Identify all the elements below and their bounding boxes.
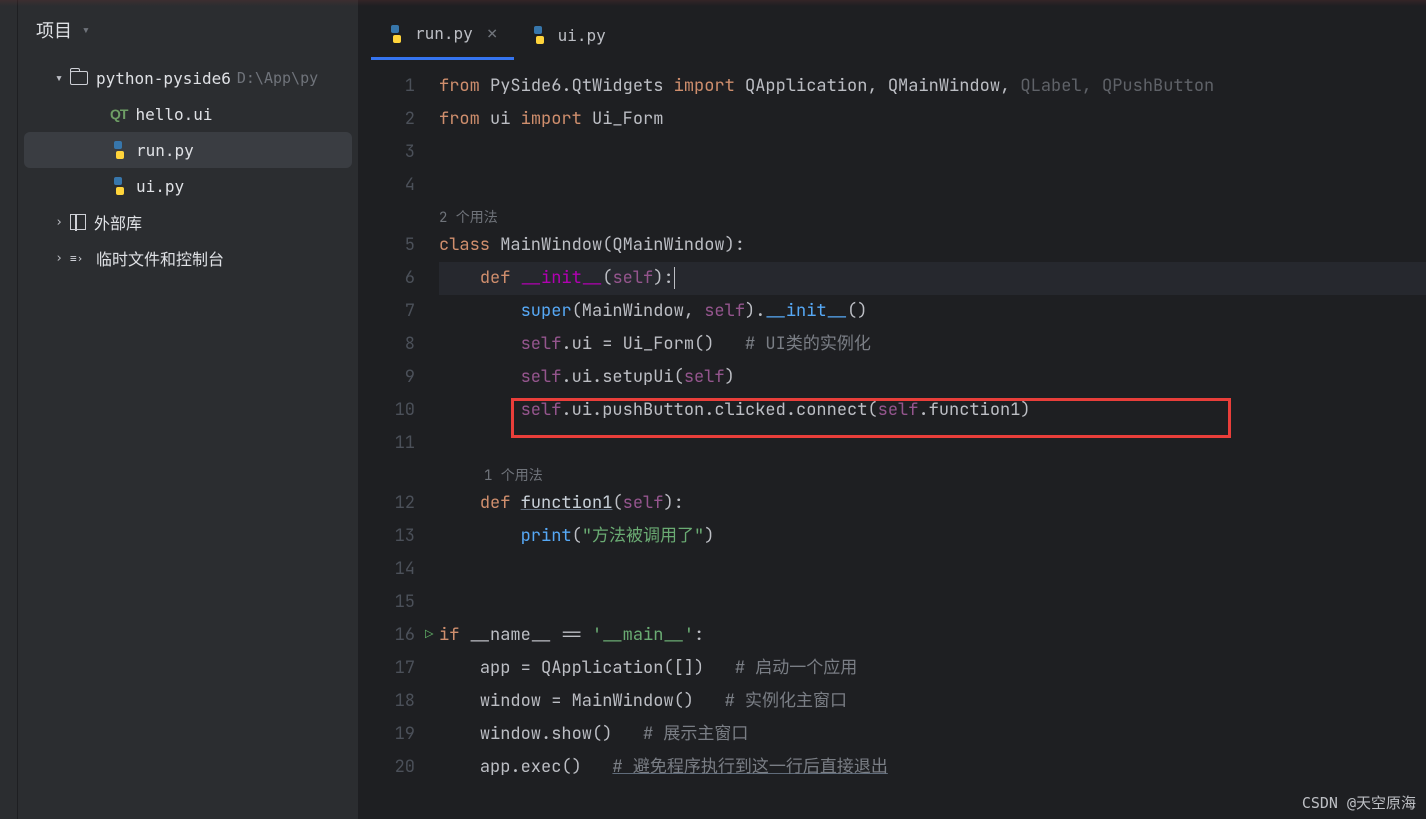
- python-icon: [530, 26, 548, 44]
- sidebar: 项目 ▾ ▾ python-pyside6 D:\App\py QT hello…: [18, 0, 359, 819]
- python-icon: [387, 25, 405, 43]
- project-root[interactable]: ▾ python-pyside6 D:\App\py: [18, 60, 358, 96]
- library-icon: [70, 214, 86, 230]
- external-libs-label: 外部库: [94, 210, 142, 234]
- file-name: ui.py: [136, 177, 184, 196]
- chevron-down-icon: ▾: [48, 71, 70, 86]
- code-area[interactable]: 1234 567891011 12131415 16▷ 17181920 fro…: [359, 60, 1426, 819]
- file-ui-py[interactable]: ui.py: [18, 168, 358, 204]
- line-gutter: 1234 567891011 12131415 16▷ 17181920: [359, 70, 439, 819]
- qt-icon: QT: [110, 106, 127, 122]
- chevron-right-icon: ›: [48, 215, 70, 230]
- tab-ui-py[interactable]: ui.py: [514, 10, 622, 60]
- close-icon[interactable]: ×: [487, 23, 498, 44]
- editor: run.py × ui.py 1234 567891011 12131415 1…: [359, 0, 1426, 819]
- project-path: D:\App\py: [237, 69, 318, 87]
- project-name: python-pyside6: [96, 69, 231, 88]
- file-name: hello.ui: [135, 105, 212, 124]
- scratches-consoles[interactable]: › ≡› 临时文件和控制台: [18, 240, 358, 276]
- usage-hint: 2 个用法: [439, 202, 1426, 229]
- editor-tabs: run.py × ui.py: [359, 0, 1426, 60]
- file-run-py[interactable]: run.py: [24, 132, 352, 168]
- file-hello-ui[interactable]: QT hello.ui: [18, 96, 358, 132]
- tab-label: run.py: [415, 24, 473, 43]
- project-tree: ▾ python-pyside6 D:\App\py QT hello.ui r…: [18, 60, 358, 276]
- sidebar-header[interactable]: 项目 ▾: [18, 0, 358, 60]
- chevron-right-icon: ›: [48, 251, 70, 266]
- external-libraries[interactable]: › 外部库: [18, 204, 358, 240]
- chevron-down-icon: ▾: [82, 23, 90, 38]
- sidebar-title: 项目: [36, 17, 72, 43]
- folder-icon: [70, 71, 88, 85]
- python-icon: [110, 141, 128, 159]
- tab-label: ui.py: [558, 26, 606, 45]
- python-icon: [110, 177, 128, 195]
- activity-bar: [0, 0, 18, 819]
- scratch-icon: ≡›: [70, 251, 88, 265]
- file-name: run.py: [136, 141, 194, 160]
- text-cursor: [674, 267, 675, 289]
- code-lines[interactable]: from PySide6.QtWidgets import QApplicati…: [439, 70, 1426, 819]
- tab-run-py[interactable]: run.py ×: [371, 10, 514, 60]
- temp-console-label: 临时文件和控制台: [96, 246, 224, 270]
- watermark: CSDN @天空原海: [1302, 792, 1416, 813]
- run-gutter-icon[interactable]: ▷: [425, 619, 433, 652]
- usage-hint: 1 个用法: [439, 460, 1426, 487]
